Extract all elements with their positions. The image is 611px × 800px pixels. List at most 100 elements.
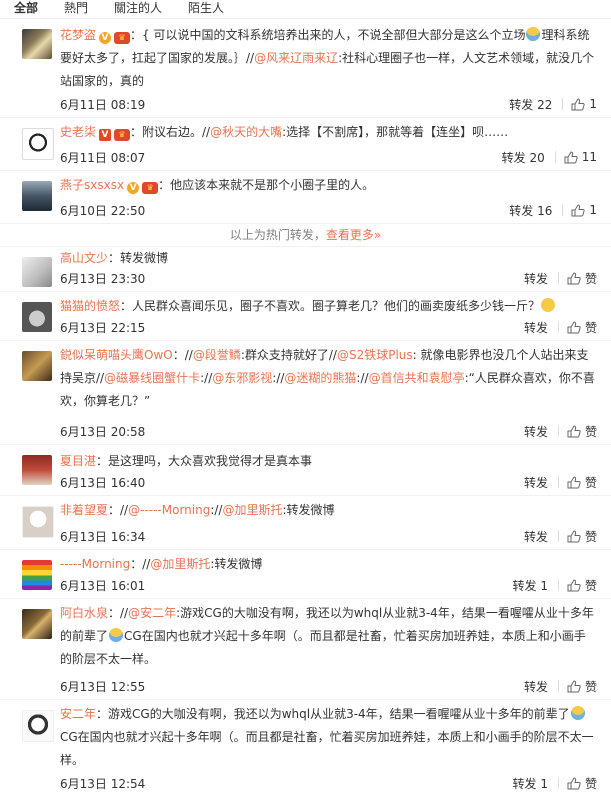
user-name[interactable]: 非着望夏 [60,503,108,517]
comment-text: : [200,371,205,385]
avatar[interactable] [22,609,52,639]
list-item: 高山文少：转发微博 6月13日 23:30 转发 赞 [0,247,611,292]
avatar[interactable] [22,560,52,590]
mention-link[interactable]: @加里斯托 [150,557,210,571]
avatar[interactable] [22,351,52,381]
repost-button[interactable]: 转发 1 [513,577,548,594]
avatar[interactable] [22,181,52,211]
thumbs-up-icon [571,203,586,216]
like-label: 赞 [584,679,597,694]
user-name[interactable]: 史老柒 [60,125,96,139]
sweat-emoji-icon [109,628,124,642]
like-button[interactable]: 1 [571,203,597,217]
user-name[interactable]: 燕子sxsxsx [60,178,124,192]
like-count: 11 [581,150,597,164]
divider [557,272,559,284]
mention-link[interactable]: @段誉鳞 [193,348,241,362]
avatar[interactable] [22,302,52,332]
timestamp: 6月13日 22:15 [60,320,146,335]
list-item: 史老柒 V ♛ ：附议右边。//@秋天的大嘴:选择【不割席】，那就等着【连坐】呗…… … [0,118,611,171]
see-more-link[interactable]: 查看更多» [326,228,381,242]
user-name[interactable]: 夏目湛 [60,454,96,468]
repost-button[interactable]: 转发 16 [509,202,552,219]
like-count: 1 [589,97,597,111]
user-name[interactable]: 高山文少 [60,251,108,265]
mention-link[interactable]: @秋天的大嘴 [210,125,282,139]
like-label: 赞 [584,271,597,286]
mention-link[interactable]: @加里斯托 [222,503,282,517]
user-name[interactable]: 花梦盗 [60,28,96,42]
vip-crown-icon: ♛ [114,32,131,44]
comment-text: ：// [172,348,193,362]
timestamp: 6月13日 16:40 [60,475,146,490]
mention-link[interactable]: @磁暴线圈蟹什卡 [104,371,200,385]
tab-following[interactable]: 關注的人 [114,0,162,16]
comment-text: ：// [130,557,151,571]
mention-link[interactable]: @首信共和袁慰亭 [369,371,465,385]
like-button[interactable]: 赞 [567,423,597,440]
list-item: 非着望夏：//@-----Morning://@加里斯托:转发微博 6月13日 … [0,496,611,550]
user-name[interactable]: 鋭似呆萌喵头鹰OwO [60,348,173,362]
divider [562,204,564,216]
like-button[interactable]: 1 [571,97,597,111]
like-count: 1 [589,203,597,217]
user-name[interactable]: -----Morning [60,557,130,571]
vip-crown-icon: ♛ [142,182,159,194]
divider-text: 以上为热门转发， [229,228,326,242]
thumbs-up-icon [567,320,581,333]
like-label: 赞 [584,529,597,544]
avatar[interactable] [22,128,54,160]
timestamp: 6月11日 08:19 [60,97,146,112]
timestamp: 6月13日 16:01 [60,578,146,593]
like-button[interactable]: 赞 [567,678,597,695]
mention-link[interactable]: @东邪影视 [212,371,272,385]
like-button[interactable]: 赞 [567,474,597,491]
like-button[interactable]: 赞 [567,775,597,792]
avatar[interactable] [22,455,52,485]
comment-text: :转发微博 [282,503,335,517]
thumbs-up-icon [567,475,581,488]
repost-button[interactable]: 转发 [524,319,548,336]
repost-button[interactable]: 转发 [524,474,548,491]
user-name[interactable]: 阿白水泉 [60,606,108,620]
repost-button[interactable]: 转发 22 [509,96,552,113]
tab-all[interactable]: 全部 [14,0,38,16]
divider [557,680,559,692]
repost-button[interactable]: 转发 1 [513,775,548,792]
repost-button[interactable]: 转发 [524,678,548,695]
repost-button[interactable]: 转发 [524,270,548,287]
thumbs-up-icon [571,97,586,110]
avatar[interactable] [22,29,52,59]
user-name[interactable]: 安二年 [60,707,96,721]
mention-link[interactable]: @S2铁球Plus [337,348,413,362]
like-button[interactable]: 赞 [567,270,597,287]
comment-text: CG在国内也就才兴起十多年啊（。而且都是社畜，忙着买房加班养娃，本质上和小画手的… [60,629,586,666]
smile-emoji-icon [541,298,556,312]
mention-link[interactable]: @风来辽雨来辽 [254,51,338,65]
avatar[interactable] [22,257,52,287]
comment-text: :选择【不割席】，那就等着【连坐】呗…… [282,125,509,139]
timestamp: 6月10日 22:50 [60,203,146,218]
repost-button[interactable]: 转发 20 [502,149,545,166]
repost-button[interactable]: 转发 [524,528,548,545]
like-button[interactable]: 11 [564,150,597,164]
comment-text: ：附议右边。// [130,125,211,139]
timestamp: 6月13日 16:34 [60,529,146,544]
repost-button[interactable]: 转发 [524,423,548,440]
thumbs-up-icon [567,679,581,692]
mention-link[interactable]: @-----Morning [128,503,210,517]
like-button[interactable]: 赞 [567,319,597,336]
tab-hot[interactable]: 熱門 [64,0,88,16]
user-name[interactable]: 猫猫的愤怒 [60,299,120,313]
tab-strangers[interactable]: 陌生人 [188,0,224,16]
avatar[interactable] [22,506,54,538]
like-button[interactable]: 赞 [567,528,597,545]
mention-link[interactable]: @安二年 [128,606,176,620]
mention-link[interactable]: @迷糊的熊猫 [284,371,356,385]
like-button[interactable]: 赞 [567,577,597,594]
like-label: 赞 [584,475,597,490]
sweat-emoji-icon [570,706,585,720]
list-item: 花梦盗 V ♛ ：{ 可以说中国的文科系统培养出来的人，不说全部但大部分是这么个立场理… [0,19,611,118]
avatar[interactable] [22,710,54,742]
like-label: 赞 [584,578,597,593]
